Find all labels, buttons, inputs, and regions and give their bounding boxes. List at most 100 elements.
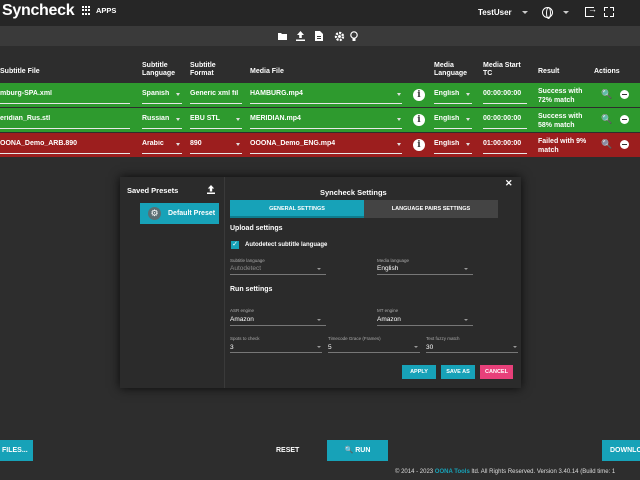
dropdown-arrow-icon[interactable] [464, 319, 468, 321]
syncheck-settings-dialog: Saved Presets ⚙ Default Preset Syncheck … [120, 177, 521, 388]
document-icon[interactable] [313, 30, 325, 42]
preset-item-default[interactable]: ⚙ Default Preset [140, 203, 219, 224]
cancel-button[interactable]: CANCEL [480, 365, 513, 379]
info-icon[interactable]: i [413, 114, 425, 126]
mt-engine-select[interactable]: Amazon [377, 316, 401, 323]
media-language-select[interactable]: English [434, 115, 459, 122]
field-underline [142, 153, 182, 154]
key-icon[interactable]: 🔍 [601, 89, 612, 100]
dropdown-arrow-icon[interactable] [176, 118, 180, 121]
subtitle-file-field[interactable]: eridian_Rus.stl [0, 115, 128, 122]
dropdown-arrow-icon[interactable] [513, 346, 517, 348]
lightbulb-icon[interactable] [348, 30, 360, 42]
media-file-select[interactable]: OOONA_Demo_ENG.mp4 [250, 140, 335, 147]
subtitle-format-select[interactable]: 890 [190, 140, 238, 147]
field-underline [230, 352, 322, 353]
subtitle-file-field[interactable]: mburg-SPA.xml [0, 90, 128, 97]
spots-label: Spots to check [230, 336, 260, 341]
globe-icon[interactable] [542, 7, 553, 19]
spots-input[interactable]: 3 [230, 344, 234, 351]
dropdown-arrow-icon[interactable] [176, 93, 180, 96]
gear-icon[interactable] [333, 30, 345, 42]
result-line: 58% match [538, 122, 575, 129]
col-subtitle-file: Subtitle File [0, 68, 40, 75]
key-icon[interactable]: 🔍 [601, 114, 612, 125]
dropdown-arrow-icon[interactable] [397, 143, 401, 146]
col-subtitle-format: Subtitle Format [190, 62, 216, 77]
chevron-down-icon[interactable] [522, 11, 528, 14]
download-button[interactable]: DOWNLO [602, 440, 640, 461]
subtitle-language-select[interactable]: Autodetect [230, 265, 261, 272]
dropdown-arrow-icon[interactable] [317, 268, 321, 270]
apps-grid-icon [82, 6, 91, 15]
dropdown-arrow-icon[interactable] [466, 93, 470, 96]
remove-icon[interactable] [620, 115, 629, 124]
subtitle-language-select[interactable]: Arabic [142, 140, 164, 147]
col-result: Result [538, 68, 560, 75]
media-language-select[interactable]: English [377, 265, 398, 272]
folder-icon[interactable] [276, 30, 288, 42]
dropdown-arrow-icon[interactable] [397, 118, 401, 121]
media-start-tc-field[interactable]: 00:00:00:00 [483, 115, 521, 122]
dropdown-arrow-icon[interactable] [466, 118, 470, 121]
apps-button[interactable]: APPS [82, 6, 116, 15]
autodetect-label: Autodetect subtitle language [245, 242, 328, 248]
dropdown-arrow-icon[interactable] [317, 319, 321, 321]
reset-button[interactable]: RESET [276, 440, 299, 461]
info-icon[interactable]: i [413, 139, 425, 151]
dropdown-arrow-icon[interactable] [317, 346, 321, 348]
remove-icon[interactable] [620, 140, 629, 149]
subtitle-file-field[interactable]: OONA_Demo_ARB.890 [0, 140, 128, 147]
fuzzy-match-label: Text fuzzy match [426, 336, 460, 341]
media-start-tc-field[interactable]: 00:00:00:00 [483, 90, 521, 97]
info-icon[interactable]: i [413, 89, 425, 101]
autodetect-checkbox[interactable]: ✓ [231, 241, 239, 249]
dropdown-arrow-icon[interactable] [397, 93, 401, 96]
chevron-down-icon[interactable] [563, 11, 569, 14]
subtitle-language-select[interactable]: Russian [142, 115, 169, 122]
subtitle-format-select[interactable]: Generic xml filu [190, 90, 238, 97]
media-file-select[interactable]: HAMBURG.mp4 [250, 90, 303, 97]
dropdown-arrow-icon[interactable] [236, 118, 240, 121]
field-underline [377, 274, 473, 275]
key-icon[interactable]: 🔍 [601, 139, 612, 150]
add-files-button[interactable]: FILES... [0, 440, 33, 461]
dropdown-arrow-icon[interactable] [464, 268, 468, 270]
saved-presets-panel: Saved Presets ⚙ Default Preset [120, 177, 225, 388]
col-media-language: Media Language [434, 62, 468, 77]
close-icon[interactable]: ✕ [505, 178, 513, 189]
subtitle-language-select[interactable]: Spanish [142, 90, 169, 97]
result-line: 72% match [538, 97, 575, 104]
save-as-button[interactable]: SAVE AS [441, 365, 475, 379]
top-bar: Syncheck APPS TestUser [0, 0, 640, 27]
tab-language-pairs[interactable]: LANGUAGE PAIRS SETTINGS [364, 200, 498, 218]
remove-icon[interactable] [620, 90, 629, 99]
tab-general-settings[interactable]: GENERAL SETTINGS [230, 200, 364, 218]
asr-engine-select[interactable]: Amazon [230, 316, 254, 323]
media-file-select[interactable]: MERIDIAN.mp4 [250, 115, 301, 122]
run-button[interactable]: 🔍 RUN [327, 440, 388, 461]
field-underline [250, 153, 402, 154]
field-underline [142, 103, 182, 104]
fullscreen-icon[interactable] [604, 7, 614, 17]
field-underline [434, 128, 472, 129]
dropdown-arrow-icon[interactable] [176, 143, 180, 146]
user-menu-button[interactable]: TestUser [478, 8, 512, 17]
timecode-grace-input[interactable]: 5 [328, 344, 332, 351]
logout-icon[interactable] [585, 4, 597, 17]
field-underline [0, 128, 130, 129]
fuzzy-match-input[interactable]: 30 [426, 344, 433, 351]
upload-icon[interactable] [294, 30, 306, 42]
preset-label: Default Preset [168, 210, 216, 217]
dropdown-arrow-icon[interactable] [466, 143, 470, 146]
upload-icon[interactable] [207, 185, 215, 196]
table-row: mburg-SPA.xml Spanish Generic xml filu H… [0, 83, 640, 107]
search-icon: 🔍 [344, 447, 354, 454]
media-start-tc-field[interactable]: 01:00:00:00 [483, 140, 521, 147]
dropdown-arrow-icon[interactable] [236, 143, 240, 146]
media-language-select[interactable]: English [434, 140, 459, 147]
apply-button[interactable]: APPLY [402, 365, 436, 379]
subtitle-format-select[interactable]: EBU STL [190, 115, 238, 122]
media-language-select[interactable]: English [434, 90, 459, 97]
dropdown-arrow-icon[interactable] [414, 346, 418, 348]
